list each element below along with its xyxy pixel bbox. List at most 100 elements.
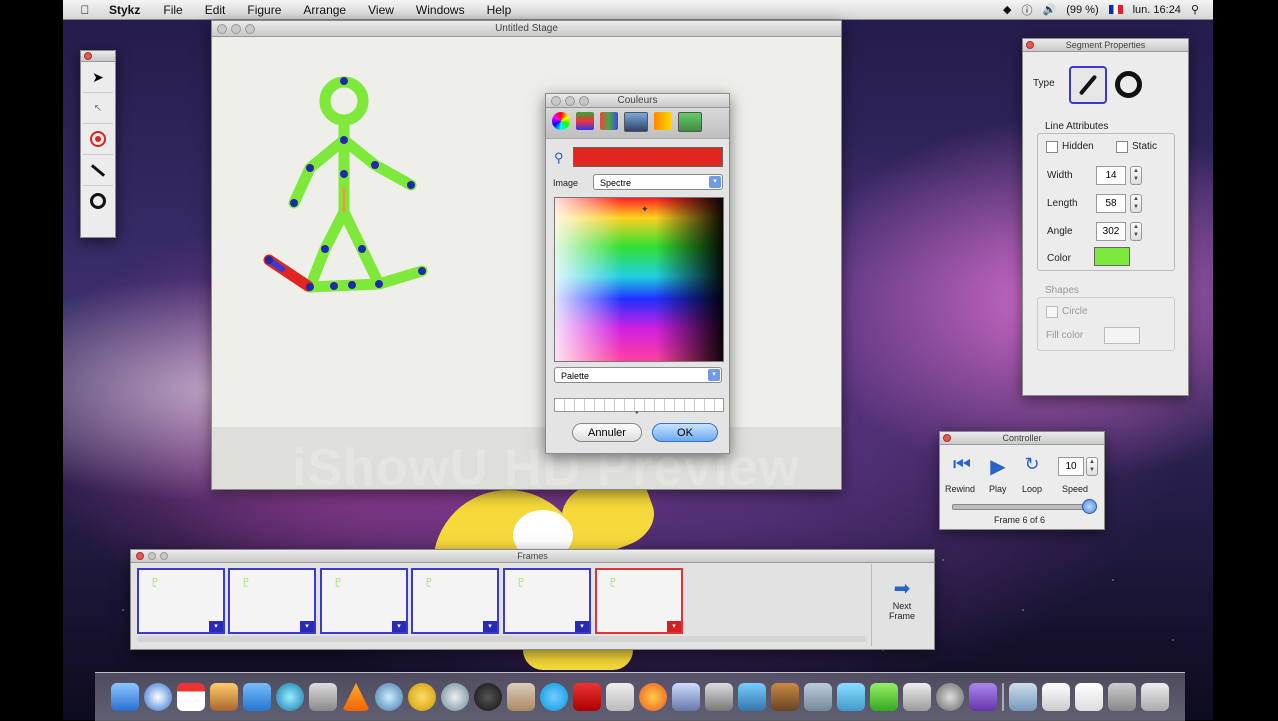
trash-icon[interactable] [1141, 683, 1169, 711]
document-icon[interactable] [1075, 683, 1103, 711]
flag-icon[interactable] [1108, 5, 1123, 14]
frame-slider-knob[interactable] [1082, 499, 1097, 514]
frame-menu-icon[interactable]: ▾ [483, 621, 497, 632]
horseshoe-icon[interactable] [408, 683, 436, 711]
close-icon[interactable] [84, 52, 92, 60]
frame-slider[interactable] [952, 499, 1097, 514]
minimize-icon[interactable] [148, 552, 156, 560]
applications-folder-icon[interactable] [1009, 683, 1037, 711]
clock[interactable]: lun. 16:24 [1133, 4, 1181, 16]
image-select[interactable]: Spectre ▾ [593, 174, 723, 190]
length-field[interactable]: 58 [1096, 194, 1126, 213]
ok-button[interactable]: OK [652, 423, 718, 442]
wifi-icon[interactable]: ◆ [1003, 3, 1011, 16]
menu-file[interactable]: File [163, 3, 182, 17]
bridge-icon[interactable] [771, 683, 799, 711]
cancel-button[interactable]: Annuler [572, 423, 642, 442]
width-field[interactable]: 14 [1096, 166, 1126, 185]
stykz-icon[interactable] [837, 683, 865, 711]
zoom-icon[interactable] [245, 24, 255, 34]
disk-utility-icon[interactable] [705, 683, 733, 711]
line-type-button[interactable] [1069, 66, 1107, 104]
skype-icon[interactable] [540, 683, 568, 711]
menu-help[interactable]: Help [487, 3, 512, 17]
finder-icon[interactable] [111, 683, 139, 711]
spotlight-icon[interactable]: ⚲ [1191, 3, 1199, 16]
menu-arrange[interactable]: Arrange [303, 3, 346, 17]
minimize-icon[interactable] [565, 96, 575, 106]
frame-thumbnail[interactable]: ♇ ▾ [137, 568, 225, 634]
grey-app-icon[interactable] [903, 683, 931, 711]
current-color-well[interactable] [573, 147, 723, 167]
frame-menu-icon[interactable]: ▾ [392, 621, 406, 632]
utility-icon[interactable] [309, 683, 337, 711]
folder-icon[interactable] [804, 683, 832, 711]
app-menu[interactable]: Stykz [109, 3, 140, 17]
network-icon[interactable] [375, 683, 403, 711]
green-app-icon[interactable] [870, 683, 898, 711]
dashboard-icon[interactable] [441, 683, 469, 711]
filezilla-icon[interactable] [573, 683, 601, 711]
zoom-icon[interactable] [160, 552, 168, 560]
angle-stepper[interactable]: ▲ ▼ [1130, 222, 1142, 241]
app-dark-icon[interactable] [474, 683, 502, 711]
segment-select-tool-button[interactable]: ↖ [83, 93, 113, 124]
info-icon[interactable]: ⓘ [1022, 2, 1033, 18]
swatch-splitter-icon[interactable]: ● [635, 410, 639, 416]
menu-edit[interactable]: Edit [205, 3, 226, 17]
palettes-mode-icon[interactable] [600, 112, 618, 130]
menu-windows[interactable]: Windows [416, 3, 465, 17]
close-icon[interactable] [551, 96, 561, 106]
close-icon[interactable] [1026, 41, 1034, 49]
loop-button[interactable]: ↻ [1020, 454, 1044, 475]
circle-checkbox[interactable] [1046, 306, 1058, 318]
crayon-box-mode-icon[interactable] [678, 112, 702, 132]
spectrum-picker[interactable]: ✦ [554, 197, 724, 362]
vlc-icon[interactable] [342, 683, 370, 711]
color-swatch-row[interactable] [554, 398, 724, 412]
circle-type-button[interactable] [1111, 67, 1145, 101]
preview-icon[interactable] [672, 683, 700, 711]
close-icon[interactable] [943, 434, 951, 442]
line-color-well[interactable] [1094, 247, 1130, 266]
hidden-checkbox[interactable] [1046, 141, 1058, 153]
static-checkbox[interactable] [1116, 141, 1128, 153]
color-wheel-mode-icon[interactable] [552, 112, 570, 130]
battery-status[interactable]: (99 %) [1066, 4, 1098, 16]
pivot-tool-button[interactable] [83, 124, 113, 155]
frames-scroll-track[interactable] [137, 636, 867, 642]
volume-icon[interactable]: 🔊 [1043, 3, 1057, 16]
calendar-icon[interactable] [177, 683, 205, 711]
select-tool-button[interactable]: ➤ [83, 62, 113, 93]
photos-icon[interactable] [210, 683, 238, 711]
frame-thumbnail[interactable]: ♇ ▾ [411, 568, 499, 634]
close-icon[interactable] [136, 552, 144, 560]
frame-menu-icon[interactable]: ▾ [300, 621, 314, 632]
crayons-mode-icon[interactable] [654, 112, 672, 130]
globe-icon[interactable] [276, 683, 304, 711]
close-icon[interactable] [217, 24, 227, 34]
fill-color-well[interactable] [1104, 327, 1140, 344]
rewind-button[interactable]: ⏮ [947, 454, 977, 477]
speed-stepper[interactable]: ▲ ▼ [1086, 457, 1098, 476]
stage-canvas[interactable] [212, 37, 841, 489]
frame-thumbnail[interactable]: ♇ ▾ [503, 568, 591, 634]
frame-thumbnail[interactable]: ♇ ▾ [228, 568, 316, 634]
documents-folder-icon[interactable] [1042, 683, 1070, 711]
angle-field[interactable]: 302 [1096, 222, 1126, 241]
migration-icon[interactable] [243, 683, 271, 711]
browser-icon[interactable] [144, 683, 172, 711]
speed-field[interactable]: 10 [1058, 457, 1084, 476]
minimize-icon[interactable] [231, 24, 241, 34]
system-preferences-icon[interactable] [936, 683, 964, 711]
zoom-icon[interactable] [579, 96, 589, 106]
width-stepper[interactable]: ▲ ▼ [1130, 166, 1142, 185]
mail-icon[interactable] [606, 683, 634, 711]
firefox-icon[interactable] [639, 683, 667, 711]
menu-figure[interactable]: Figure [247, 3, 281, 17]
frame-thumbnail-current[interactable]: ♇ ▾ [595, 568, 683, 634]
frame-menu-icon[interactable]: ▾ [209, 621, 223, 632]
palette-select[interactable]: Palette ▾ [554, 367, 722, 383]
apple-menu-icon[interactable]:  [73, 3, 97, 17]
image-palettes-mode-icon[interactable] [624, 112, 648, 132]
